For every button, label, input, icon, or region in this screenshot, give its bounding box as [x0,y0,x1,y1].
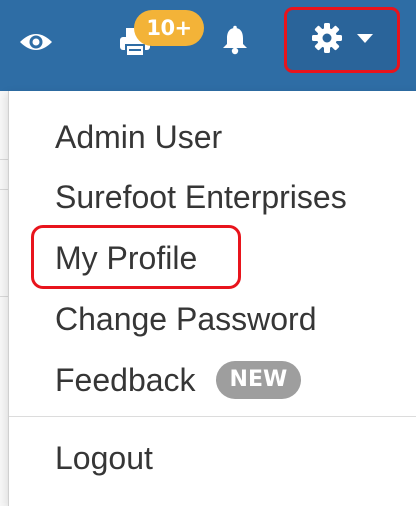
notifications-button[interactable] [214,20,256,64]
menu-divider [9,416,416,417]
menu-item-my-profile[interactable]: My Profile [55,236,197,280]
menu-item-change-password[interactable]: Change Password [55,297,316,341]
bell-icon [221,25,249,60]
menu-item-feedback[interactable]: Feedback NEW [55,358,302,402]
top-navbar: 10+ [0,0,416,91]
menu-item-company[interactable]: Surefoot Enterprises [55,175,347,219]
gear-icon [311,22,343,59]
feedback-label: Feedback [55,362,196,398]
view-button[interactable] [14,24,58,64]
menu-item-logout[interactable]: Logout [55,436,153,480]
settings-dropdown-menu: Admin User Surefoot Enterprises My Profi… [8,91,416,506]
settings-menu-button[interactable] [284,7,400,73]
print-count-badge: 10+ [134,10,204,46]
new-badge: NEW [215,360,302,399]
menu-item-admin-user[interactable]: Admin User [55,115,222,159]
eye-icon [19,30,53,59]
caret-down-icon [357,31,373,49]
